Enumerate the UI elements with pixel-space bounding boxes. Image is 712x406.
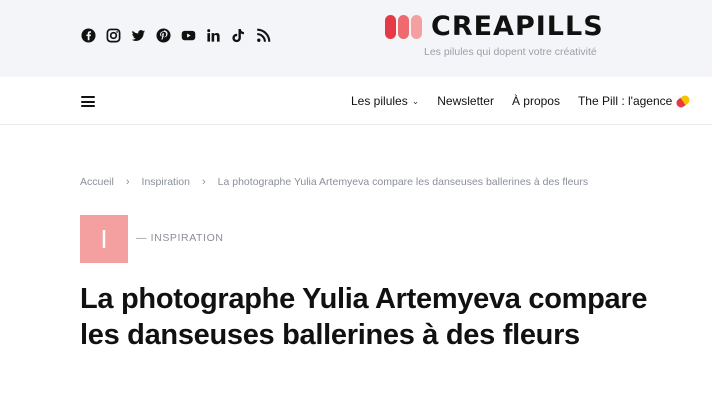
breadcrumb-category[interactable]: Inspiration: [142, 176, 190, 188]
chevron-right-icon: ›: [201, 176, 206, 188]
breadcrumb-home[interactable]: Accueil: [80, 176, 114, 188]
youtube-icon[interactable]: [180, 27, 196, 43]
nav-item-the-pill-agence[interactable]: The Pill : l'agence: [577, 93, 692, 109]
breadcrumb: Accueil › Inspiration › La photographe Y…: [80, 176, 588, 188]
pill-icon: [674, 93, 692, 109]
category-badge[interactable]: I: [80, 215, 128, 263]
site-logo[interactable]: CREAPILLS Les pilules qui dopent votre c…: [385, 11, 647, 63]
twitter-icon[interactable]: [130, 27, 146, 43]
nav-item-label: The Pill : l'agence: [577, 94, 673, 108]
instagram-icon[interactable]: [105, 27, 121, 43]
social-links: [80, 27, 271, 43]
linkedin-icon[interactable]: [205, 27, 221, 43]
tiktok-icon[interactable]: [230, 27, 246, 43]
nav-item-label: Les pilules: [351, 94, 408, 108]
pinterest-icon[interactable]: [155, 27, 171, 43]
nav-item-a-propos[interactable]: À propos: [512, 94, 560, 108]
chevron-right-icon: ›: [125, 176, 130, 188]
nav-item-label: Newsletter: [437, 94, 494, 108]
nav-menu: Les pilules ⌄ Newsletter À propos The Pi…: [351, 77, 708, 125]
logo-pills-mark: [385, 15, 422, 39]
hamburger-icon[interactable]: [81, 96, 95, 107]
facebook-icon[interactable]: [80, 27, 96, 43]
nav-item-label: À propos: [511, 94, 560, 108]
main-navigation: Les pilules ⌄ Newsletter À propos The Pi…: [0, 77, 712, 125]
chevron-down-icon: ⌄: [411, 95, 420, 106]
top-bar: CREAPILLS Les pilules qui dopent votre c…: [0, 0, 712, 77]
rss-icon[interactable]: [255, 27, 271, 43]
article-title: La photographe Yulia Artemyeva compare l…: [80, 283, 648, 351]
breadcrumb-current: La photographe Yulia Artemyeva compare l…: [217, 176, 589, 188]
nav-item-les-pilules[interactable]: Les pilules ⌄: [351, 94, 419, 108]
nav-item-newsletter[interactable]: Newsletter: [437, 94, 494, 108]
logo-text: CREAPILLS: [431, 11, 604, 42]
site-tagline: Les pilules qui dopent votre créativité: [424, 46, 597, 58]
category-label[interactable]: — INSPIRATION: [136, 232, 224, 244]
